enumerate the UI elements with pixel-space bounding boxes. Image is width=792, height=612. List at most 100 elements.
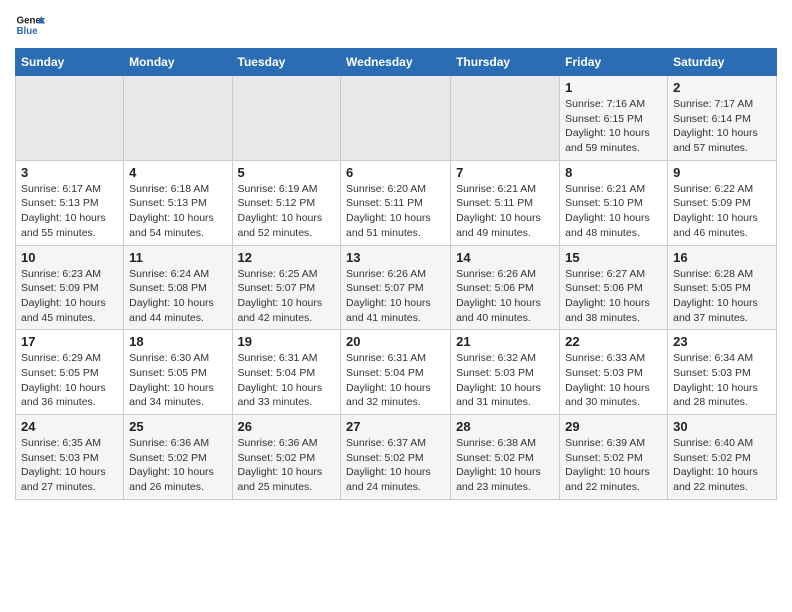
calendar-cell: 10 Sunrise: 6:23 AM Sunset: 5:09 PM Dayli…	[16, 245, 124, 330]
col-header-tuesday: Tuesday	[232, 49, 341, 76]
calendar-cell: 12Sunrise: 6:25 AM Sunset: 5:07 PM Dayli…	[232, 245, 341, 330]
day-number: 23	[673, 334, 771, 349]
calendar-cell	[124, 76, 232, 161]
day-info: Sunrise: 6:18 AM Sunset: 5:13 PM Dayligh…	[129, 183, 214, 239]
calendar-cell: 30 Sunrise: 6:40 AM Sunset: 5:02 PM Dayli…	[668, 415, 777, 500]
day-number: 29	[565, 419, 662, 434]
calendar-cell: 19Sunrise: 6:31 AM Sunset: 5:04 PM Dayli…	[232, 330, 341, 415]
day-number: 10	[21, 250, 118, 265]
day-info: Sunrise: 6:32 AM Sunset: 5:03 PM Dayligh…	[456, 352, 541, 408]
day-info: Sunrise: 6:19 AM Sunset: 5:12 PM Dayligh…	[238, 183, 323, 239]
calendar-cell	[451, 76, 560, 161]
calendar-cell: 22 Sunrise: 6:33 AM Sunset: 5:03 PM Dayli…	[560, 330, 668, 415]
day-number: 9	[673, 165, 771, 180]
day-number: 6	[346, 165, 445, 180]
calendar-cell: 5 Sunrise: 6:19 AM Sunset: 5:12 PM Daylig…	[232, 160, 341, 245]
calendar-cell: 16 Sunrise: 6:28 AM Sunset: 5:05 PM Dayli…	[668, 245, 777, 330]
calendar-cell: 26 Sunrise: 6:36 AM Sunset: 5:02 PM Dayli…	[232, 415, 341, 500]
calendar-cell: 28 Sunrise: 6:38 AM Sunset: 5:02 PM Dayli…	[451, 415, 560, 500]
day-info: Sunrise: 6:27 AM Sunset: 5:06 PM Dayligh…	[565, 268, 650, 324]
col-header-friday: Friday	[560, 49, 668, 76]
col-header-monday: Monday	[124, 49, 232, 76]
day-number: 22	[565, 334, 662, 349]
day-number: 3	[21, 165, 118, 180]
calendar-cell: 9 Sunrise: 6:22 AM Sunset: 5:09 PM Daylig…	[668, 160, 777, 245]
day-number: 18	[129, 334, 226, 349]
calendar-cell: 21 Sunrise: 6:32 AM Sunset: 5:03 PM Dayli…	[451, 330, 560, 415]
col-header-saturday: Saturday	[668, 49, 777, 76]
day-info: Sunrise: 6:34 AM Sunset: 5:03 PM Dayligh…	[673, 352, 758, 408]
day-number: 20	[346, 334, 445, 349]
col-header-sunday: Sunday	[16, 49, 124, 76]
calendar-cell: 15 Sunrise: 6:27 AM Sunset: 5:06 PM Dayli…	[560, 245, 668, 330]
day-info: Sunrise: 6:20 AM Sunset: 5:11 PM Dayligh…	[346, 183, 431, 239]
day-info: Sunrise: 6:33 AM Sunset: 5:03 PM Dayligh…	[565, 352, 650, 408]
calendar-cell: 3 Sunrise: 6:17 AM Sunset: 5:13 PM Daylig…	[16, 160, 124, 245]
calendar-cell: 18 Sunrise: 6:30 AM Sunset: 5:05 PM Dayli…	[124, 330, 232, 415]
day-number: 5	[238, 165, 336, 180]
day-number: 28	[456, 419, 554, 434]
col-header-wednesday: Wednesday	[341, 49, 451, 76]
day-info: Sunrise: 6:21 AM Sunset: 5:10 PM Dayligh…	[565, 183, 650, 239]
day-number: 7	[456, 165, 554, 180]
day-info: Sunrise: 6:24 AM Sunset: 5:08 PM Dayligh…	[129, 268, 214, 324]
day-info: Sunrise: 7:16 AM Sunset: 6:15 PM Dayligh…	[565, 98, 650, 154]
svg-text:Blue: Blue	[17, 26, 39, 37]
day-number: 8	[565, 165, 662, 180]
calendar-cell: 25 Sunrise: 6:36 AM Sunset: 5:02 PM Dayli…	[124, 415, 232, 500]
calendar-cell: 13 Sunrise: 6:26 AM Sunset: 5:07 PM Dayli…	[341, 245, 451, 330]
day-info: Sunrise: 6:22 AM Sunset: 5:09 PM Dayligh…	[673, 183, 758, 239]
header: General Blue	[15, 10, 777, 40]
day-info: Sunrise: 6:17 AM Sunset: 5:13 PM Dayligh…	[21, 183, 106, 239]
day-info: Sunrise: 6:29 AM Sunset: 5:05 PM Dayligh…	[21, 352, 106, 408]
day-info: Sunrise: 6:39 AM Sunset: 5:02 PM Dayligh…	[565, 437, 650, 493]
day-info: Sunrise: 6:36 AM Sunset: 5:02 PM Dayligh…	[129, 437, 214, 493]
day-info: Sunrise: 6:26 AM Sunset: 5:07 PM Dayligh…	[346, 268, 431, 324]
calendar-cell: 2Sunrise: 7:17 AM Sunset: 6:14 PM Daylig…	[668, 76, 777, 161]
calendar-cell: 20 Sunrise: 6:31 AM Sunset: 5:04 PM Dayli…	[341, 330, 451, 415]
day-number: 26	[238, 419, 336, 434]
day-info: Sunrise: 6:23 AM Sunset: 5:09 PM Dayligh…	[21, 268, 106, 324]
calendar-table: SundayMondayTuesdayWednesdayThursdayFrid…	[15, 48, 777, 500]
day-number: 1	[565, 80, 662, 95]
day-info: Sunrise: 6:21 AM Sunset: 5:11 PM Dayligh…	[456, 183, 541, 239]
calendar-cell	[16, 76, 124, 161]
day-info: Sunrise: 6:35 AM Sunset: 5:03 PM Dayligh…	[21, 437, 106, 493]
day-number: 17	[21, 334, 118, 349]
day-number: 4	[129, 165, 226, 180]
day-info: Sunrise: 6:40 AM Sunset: 5:02 PM Dayligh…	[673, 437, 758, 493]
calendar-cell: 7 Sunrise: 6:21 AM Sunset: 5:11 PM Daylig…	[451, 160, 560, 245]
calendar-cell: 24 Sunrise: 6:35 AM Sunset: 5:03 PM Dayli…	[16, 415, 124, 500]
day-number: 30	[673, 419, 771, 434]
calendar-cell: 27 Sunrise: 6:37 AM Sunset: 5:02 PM Dayli…	[341, 415, 451, 500]
day-info: Sunrise: 7:17 AM Sunset: 6:14 PM Dayligh…	[673, 98, 758, 154]
calendar-cell: 1 Sunrise: 7:16 AM Sunset: 6:15 PM Daylig…	[560, 76, 668, 161]
day-number: 19	[238, 334, 336, 349]
calendar-cell: 4 Sunrise: 6:18 AM Sunset: 5:13 PM Daylig…	[124, 160, 232, 245]
day-number: 21	[456, 334, 554, 349]
day-info: Sunrise: 6:30 AM Sunset: 5:05 PM Dayligh…	[129, 352, 214, 408]
day-number: 14	[456, 250, 554, 265]
day-number: 15	[565, 250, 662, 265]
day-number: 25	[129, 419, 226, 434]
col-header-thursday: Thursday	[451, 49, 560, 76]
day-info: Sunrise: 6:31 AM Sunset: 5:04 PM Dayligh…	[346, 352, 431, 408]
calendar-cell	[341, 76, 451, 161]
day-info: Sunrise: 6:36 AM Sunset: 5:02 PM Dayligh…	[238, 437, 323, 493]
day-info: Sunrise: 6:38 AM Sunset: 5:02 PM Dayligh…	[456, 437, 541, 493]
calendar-cell: 23 Sunrise: 6:34 AM Sunset: 5:03 PM Dayli…	[668, 330, 777, 415]
day-number: 13	[346, 250, 445, 265]
logo: General Blue	[15, 10, 45, 40]
day-number: 11	[129, 250, 226, 265]
calendar-cell: 11 Sunrise: 6:24 AM Sunset: 5:08 PM Dayli…	[124, 245, 232, 330]
day-number: 27	[346, 419, 445, 434]
day-info: Sunrise: 6:25 AM Sunset: 5:07 PM Dayligh…	[238, 268, 323, 324]
day-info: Sunrise: 6:28 AM Sunset: 5:05 PM Dayligh…	[673, 268, 758, 324]
calendar-cell: 8 Sunrise: 6:21 AM Sunset: 5:10 PM Daylig…	[560, 160, 668, 245]
day-number: 24	[21, 419, 118, 434]
logo-icon: General Blue	[15, 10, 45, 40]
calendar-cell: 6 Sunrise: 6:20 AM Sunset: 5:11 PM Daylig…	[341, 160, 451, 245]
day-info: Sunrise: 6:26 AM Sunset: 5:06 PM Dayligh…	[456, 268, 541, 324]
day-info: Sunrise: 6:37 AM Sunset: 5:02 PM Dayligh…	[346, 437, 431, 493]
day-number: 16	[673, 250, 771, 265]
